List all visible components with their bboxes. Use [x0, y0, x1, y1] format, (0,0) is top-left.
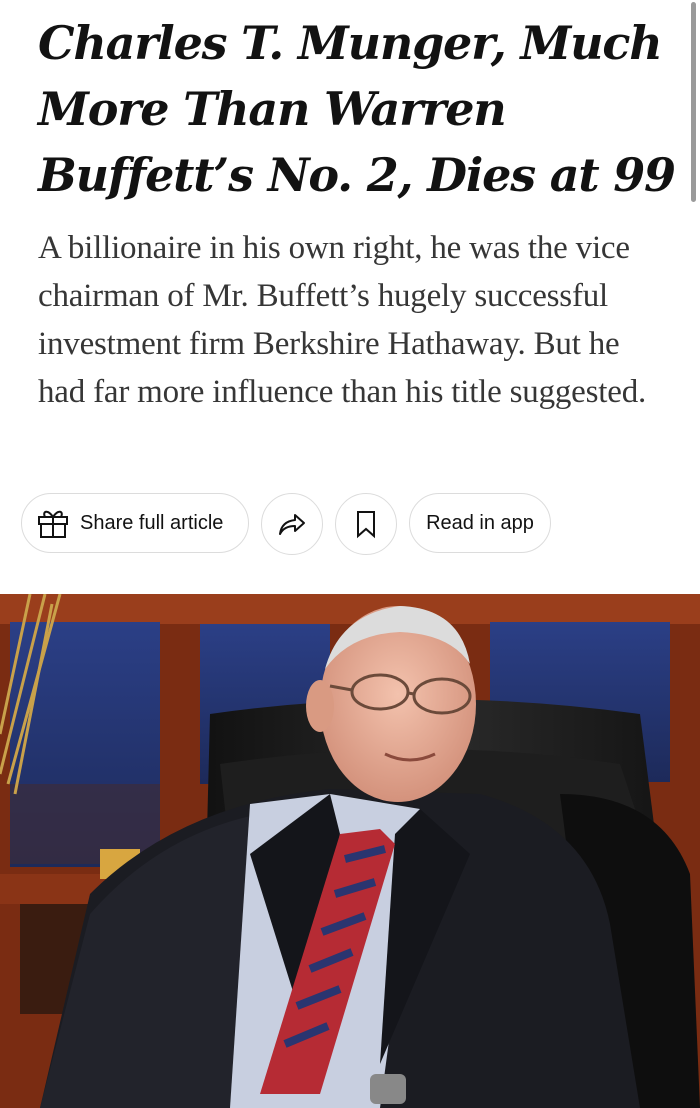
read-in-app-label: Read in app	[426, 511, 534, 534]
share-full-article-button[interactable]: Share full article	[21, 493, 249, 553]
share-arrow-icon	[277, 509, 307, 539]
scrollbar[interactable]	[691, 2, 696, 202]
bookmark-icon	[352, 509, 380, 539]
article-photo	[0, 594, 700, 1108]
gift-icon	[36, 506, 70, 540]
share-full-article-label: Share full article	[80, 511, 224, 534]
save-button[interactable]	[335, 493, 397, 555]
share-button[interactable]	[261, 493, 323, 555]
article-actions: Share full article Read in app	[21, 493, 551, 555]
read-in-app-button[interactable]: Read in app	[409, 493, 551, 553]
article-summary: A billionaire in his own right, he was t…	[38, 230, 647, 410]
article-headline: Charles T. Munger, Much More Than Warren…	[38, 16, 676, 202]
